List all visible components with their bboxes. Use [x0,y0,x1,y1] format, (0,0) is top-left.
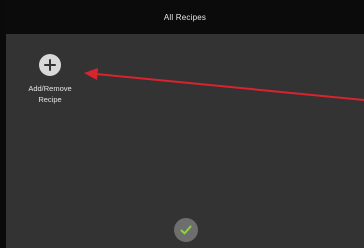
add-remove-label-line2: Recipe [38,95,62,104]
add-remove-recipe-button[interactable]: Add/Remove Recipe [20,54,80,105]
app-screen: All Recipes Add/Remove Recipe [6,0,364,248]
page-title: All Recipes [163,12,207,22]
confirm-button[interactable] [174,218,198,242]
checkmark-icon [180,225,192,235]
title-bar: All Recipes [6,0,364,34]
plus-icon[interactable] [39,54,61,76]
device-frame: All Recipes Add/Remove Recipe [0,0,364,248]
add-remove-label-line1: Add/Remove [28,84,72,93]
